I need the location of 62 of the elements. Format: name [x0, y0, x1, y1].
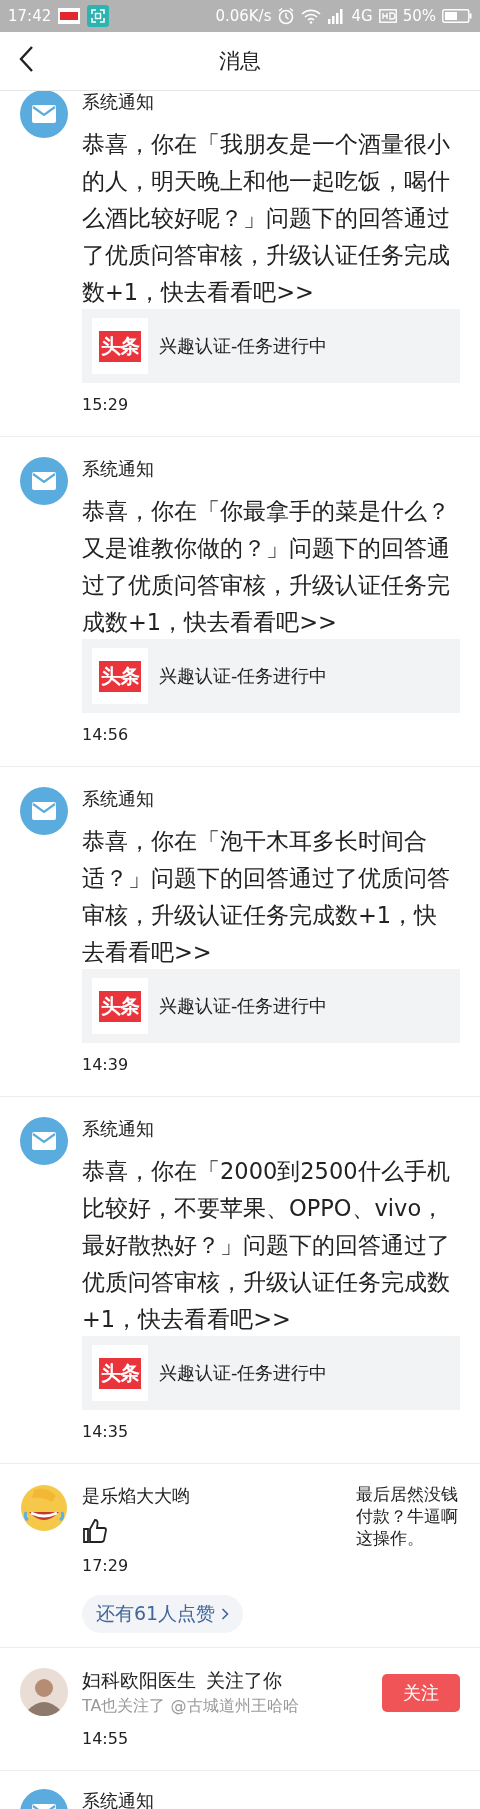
message-text: 恭喜，你在「你最拿手的菜是什么？又是谁教你做的？」问题下的回答通过了优质问答审核，升级认证任务完成数+1，快去看看吧>> — [82, 497, 451, 637]
message-item[interactable]: 是乐焰大大哟 17:29 最后居然没钱付款？牛逼啊这操作。 还有61人点赞 — [0, 1464, 480, 1648]
thumbs-up-icon — [82, 1518, 108, 1544]
link-card[interactable]: 头条 兴趣认证-任务进行中 — [82, 639, 460, 713]
sender-name: 系统通知 — [82, 457, 155, 481]
card-title: 兴趣认证-任务进行中 — [159, 1361, 328, 1385]
back-icon — [18, 45, 34, 73]
hd-icon — [378, 9, 397, 23]
message-time: 14:39 — [82, 1055, 130, 1074]
message-item[interactable]: 系统通知 恭喜，你在「我朋友是一个酒量很小的人，明天晚上和他一起吃饭，喝什么酒比较好呢？」问题下的回答通过了优质问答审核，升级认证任务完成数+1，快去看看吧>> 头条 兴趣认证-任务进行中 15:29 — [0, 91, 480, 437]
message-text: 恭喜，你在「2000到2500什么手机比较好，不要苹果、OPPO、vivo，最好散热好？」问题下的回答通过了优质问答审核，升级认证任务完成数+1，快去看看吧>> — [82, 1157, 451, 1334]
logo: 头条 — [92, 318, 148, 374]
message-text: 恭喜，你在「我朋友是一个酒量很小的人，明天晚上和他一起吃饭，喝什么酒比较好呢？」问题下的回答通过了优质问答审核，升级认证任务完成数+1，快去看看吧>> — [82, 130, 451, 307]
message-time: 14:55 — [82, 1729, 130, 1748]
message-item[interactable]: 系统通知 恭喜，你在「你最拿手的菜是什么？又是谁教你做的？」问题下的回答通过了优质问答审核，升级认证任务完成数+1，快去看看吧>> 头条 兴趣认证-任务进行中 14:56 — [0, 437, 480, 767]
sender-name: 系统通知 — [82, 91, 155, 114]
wifi-icon — [301, 8, 322, 24]
page-title: 消息 — [219, 48, 261, 75]
logo: 头条 — [92, 648, 148, 704]
network-type: 4G — [351, 7, 373, 25]
likes-button[interactable]: 还有61人点赞 — [82, 1595, 244, 1633]
message-text: 恭喜，你在「泡干木耳多长时间合适？」问题下的回答通过了优质问答审核，升级认证任务完成数+1，快去看看吧>> — [82, 827, 451, 967]
mutual-follow-text: TA也关注了 @古城道州王哈哈 — [82, 1696, 299, 1717]
app-icon — [58, 8, 81, 24]
message-time: 14:56 — [82, 725, 130, 744]
message-time: 17:29 — [82, 1556, 130, 1575]
logo: 头条 — [92, 1345, 148, 1401]
logo: 头条 — [92, 978, 148, 1034]
battery-icon — [442, 9, 472, 23]
status-time: 17:42 — [8, 7, 52, 25]
card-title: 兴趣认证-任务进行中 — [159, 334, 328, 358]
message-item[interactable]: 系统通知 恭喜，你在「2000到2500什么手机比较好，不要苹果、OPPO、vivo，最好散热好？」问题下的回答通过了优质问答审核，升级认证任务完成数+1，快去看看吧>> 头条 兴趣认证-任务进行中 14:35 — [0, 1097, 480, 1464]
message-time: 14:35 — [82, 1422, 130, 1441]
mail-icon — [20, 91, 68, 138]
back-button[interactable] — [18, 45, 34, 73]
sender-name: 系统通知 — [82, 1117, 155, 1141]
card-title: 兴趣认证-任务进行中 — [159, 664, 328, 688]
mail-icon — [20, 457, 68, 505]
link-card[interactable]: 头条 兴趣认证-任务进行中 — [82, 1336, 460, 1410]
chevron-icon — [221, 1607, 230, 1621]
alarm-icon — [277, 7, 296, 25]
follow-text: 关注了你 — [206, 1668, 282, 1692]
screenshot-icon — [87, 5, 110, 27]
mail-icon — [20, 787, 68, 835]
user-avatar — [20, 1668, 68, 1716]
user-name: 妇科欧阳医生 — [82, 1668, 196, 1692]
card-title: 兴趣认证-任务进行中 — [159, 994, 328, 1018]
sender-name: 系统通知 — [82, 787, 155, 811]
sender-name: 系统通知 — [82, 1789, 155, 1809]
message-item[interactable]: 系统通知 恭喜，你在「泡干木耳多长时间合适？」问题下的回答通过了优质问答审核，升级认证任务完成数+1，快去看看吧>> 头条 兴趣认证-任务进行中 14:39 — [0, 767, 480, 1097]
battery-percent: 50% — [402, 7, 436, 25]
signal-icon — [327, 8, 346, 24]
mail-icon — [20, 1117, 68, 1165]
message-time: 15:29 — [82, 395, 130, 414]
comment-text: 最后居然没钱付款？牛逼啊这操作。 — [356, 1484, 459, 1550]
emoji-avatar — [20, 1484, 68, 1532]
link-card[interactable]: 头条 兴趣认证-任务进行中 — [82, 969, 460, 1043]
message-item[interactable]: 妇科欧阳医生 关注了你 TA也关注了 @古城道州王哈哈 14:55 关注 — [0, 1648, 480, 1771]
link-card[interactable]: 头条 兴趣认证-任务进行中 — [82, 309, 460, 383]
user-name: 是乐焰大大哟 — [82, 1484, 190, 1508]
network-speed: 0.06K/s — [215, 7, 272, 25]
message-item[interactable]: 系统通知 — [0, 1771, 480, 1809]
